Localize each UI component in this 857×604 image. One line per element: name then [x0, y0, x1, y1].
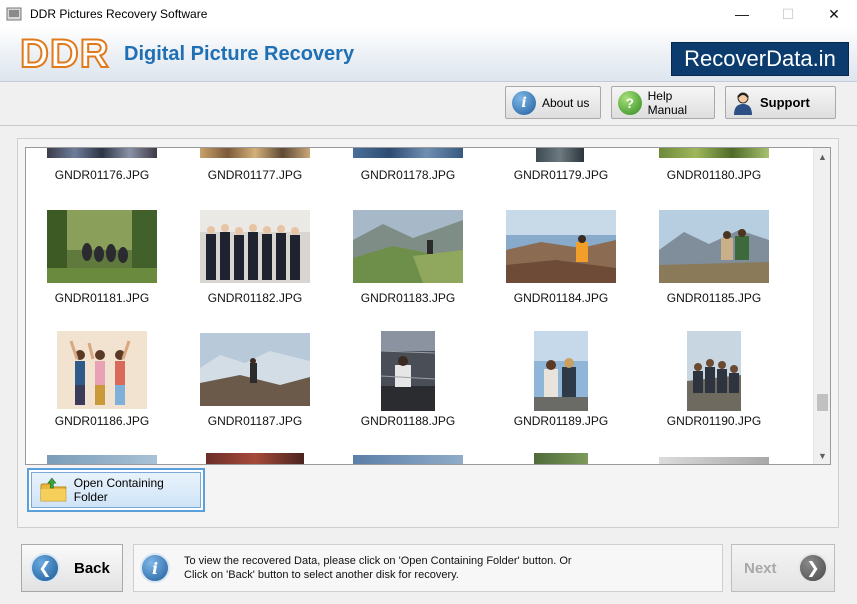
thumbnail[interactable]	[536, 148, 584, 162]
thumbnail[interactable]	[206, 453, 304, 464]
info-icon: i	[140, 553, 170, 583]
open-folder-label: Open Containing Folder	[73, 476, 164, 504]
thumbnail[interactable]	[200, 148, 310, 158]
file-name: GNDR01187.JPG	[207, 414, 303, 428]
thumbnail[interactable]	[659, 457, 769, 464]
header-banner: DDR Digital Picture Recovery RecoverData…	[0, 28, 857, 82]
support-person-icon	[732, 91, 754, 115]
thumbnail[interactable]	[659, 148, 769, 158]
title-bar: DDR Pictures Recovery Software — ☐ ✕	[0, 0, 857, 28]
scroll-down-arrow-icon[interactable]: ▼	[814, 447, 830, 464]
maximize-button[interactable]: ☐	[765, 0, 811, 28]
app-icon	[6, 7, 22, 21]
thumbnail[interactable]	[200, 333, 310, 406]
brand-logo: RecoverData.in	[671, 42, 849, 76]
file-name: GNDR01183.JPG	[360, 291, 456, 305]
file-name: GNDR01180.JPG	[666, 168, 762, 182]
thumbnail[interactable]	[47, 455, 157, 464]
thumbnail[interactable]	[381, 331, 435, 411]
file-name: GNDR01181.JPG	[54, 291, 150, 305]
info-icon: i	[512, 90, 536, 115]
thumbnail[interactable]	[353, 210, 463, 283]
next-arrow-icon: ❯	[798, 553, 828, 583]
help-manual-label: Help Manual	[647, 88, 687, 117]
app-name: Digital Picture Recovery	[124, 43, 355, 65]
close-button[interactable]: ✕	[811, 0, 857, 28]
divider	[0, 125, 857, 126]
file-name: GNDR01176.JPG	[54, 168, 150, 182]
ddr-logo: DDR	[19, 31, 110, 77]
file-name: GNDR01177.JPG	[207, 168, 303, 182]
thumbnail[interactable]	[57, 331, 147, 409]
about-us-button[interactable]: i About us	[505, 86, 601, 119]
help-manual-button[interactable]: ? Help Manual	[611, 86, 715, 119]
back-button[interactable]: ❮ Back	[21, 544, 123, 592]
vertical-scrollbar[interactable]: ▲ ▼	[813, 148, 830, 464]
file-name: GNDR01184.JPG	[513, 291, 609, 305]
next-label: Next	[744, 559, 777, 577]
thumbnail[interactable]	[47, 148, 157, 158]
thumbnail[interactable]	[353, 148, 463, 158]
thumbnail[interactable]	[353, 455, 463, 464]
thumbnail[interactable]	[47, 210, 157, 283]
info-line-1: To view the recovered Data, please click…	[184, 555, 572, 567]
file-name: GNDR01188.JPG	[360, 414, 456, 428]
info-line-2: Click on 'Back' button to select another…	[184, 569, 459, 581]
file-name: GNDR01179.JPG	[513, 168, 609, 182]
thumbnail[interactable]	[687, 331, 741, 411]
scroll-up-arrow-icon[interactable]: ▲	[814, 148, 830, 165]
file-name: GNDR01186.JPG	[54, 414, 150, 428]
back-arrow-icon: ❮	[30, 553, 60, 583]
about-us-label: About us	[542, 95, 590, 110]
next-button[interactable]: Next ❯	[731, 544, 835, 592]
file-name: GNDR01190.JPG	[666, 414, 762, 428]
thumbnail[interactable]	[534, 453, 588, 464]
window-title: DDR Pictures Recovery Software	[30, 7, 208, 21]
open-containing-folder-button[interactable]: Open Containing Folder	[27, 468, 205, 512]
file-name: GNDR01182.JPG	[207, 291, 303, 305]
thumbnail[interactable]	[200, 210, 310, 283]
back-label: Back	[74, 559, 110, 577]
file-name: GNDR01185.JPG	[666, 291, 762, 305]
recovered-files-gallery[interactable]: GNDR01176.JPG GNDR01177.JPG GNDR01178.JP…	[25, 147, 831, 465]
scrollbar-thumb[interactable]	[817, 394, 828, 411]
support-label: Support	[760, 95, 810, 110]
info-message: i To view the recovered Data, please cli…	[133, 544, 723, 592]
help-icon: ?	[618, 90, 642, 115]
thumbnail[interactable]	[659, 210, 769, 283]
file-name: GNDR01189.JPG	[513, 414, 609, 428]
file-name: GNDR01178.JPG	[360, 168, 456, 182]
thumbnail[interactable]	[506, 210, 616, 283]
folder-icon	[40, 477, 67, 502]
minimize-button[interactable]: —	[719, 0, 765, 28]
support-button[interactable]: Support	[725, 86, 836, 119]
thumbnail[interactable]	[534, 331, 588, 411]
